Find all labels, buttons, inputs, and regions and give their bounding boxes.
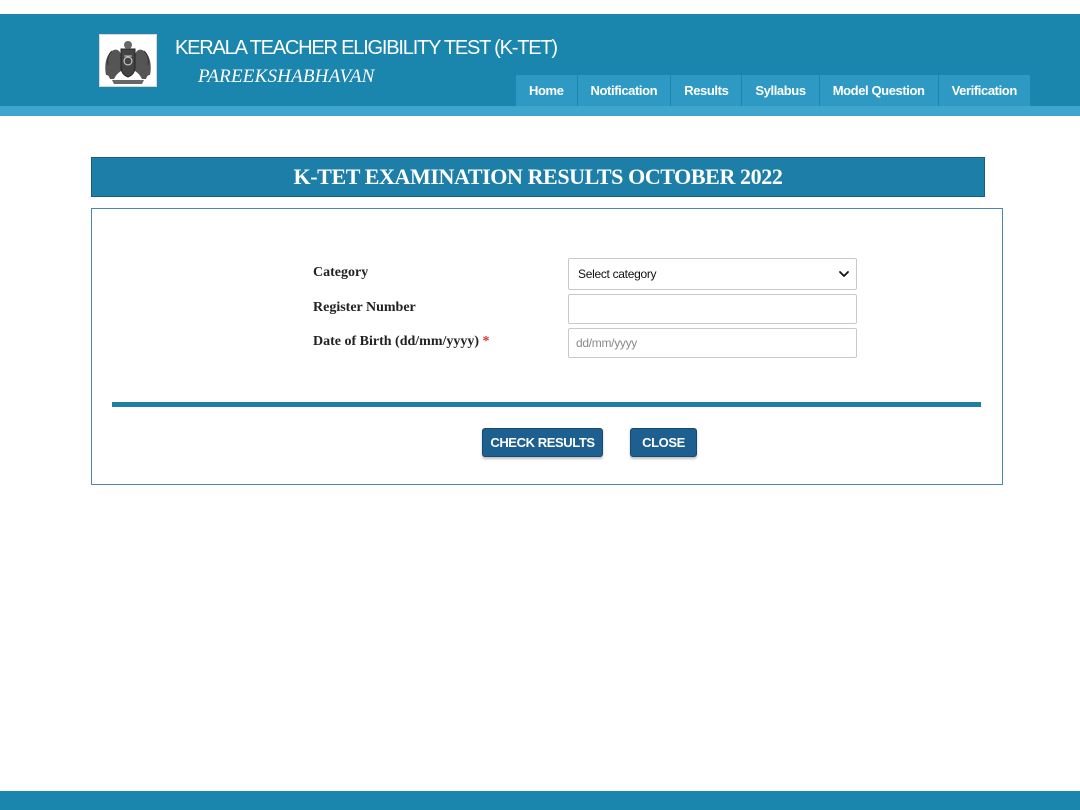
dob-label: Date of Birth (dd/mm/yyyy) *: [313, 334, 490, 350]
kerala-state-emblem-icon: [99, 34, 157, 87]
main-nav: Home Notification Results Syllabus Model…: [516, 75, 1030, 106]
page-title: K-TET EXAMINATION RESULTS OCTOBER 2022: [91, 157, 985, 197]
form-divider: [112, 402, 981, 407]
top-bar: [0, 0, 1080, 14]
register-number-label: Register Number: [313, 300, 416, 315]
nav-item-home[interactable]: Home: [516, 75, 578, 106]
nav-item-syllabus[interactable]: Syllabus: [742, 75, 820, 106]
register-number-input[interactable]: [568, 294, 857, 324]
dob-input[interactable]: [568, 328, 857, 358]
nav-item-model-question[interactable]: Model Question: [819, 75, 939, 106]
nav-item-results[interactable]: Results: [671, 75, 743, 106]
header-strip: [0, 106, 1080, 116]
site-subtitle: PAREEKSHABHAVAN: [198, 66, 375, 87]
check-results-button[interactable]: CHECK RESULTS: [482, 428, 603, 457]
dob-label-text: Date of Birth (dd/mm/yyyy): [313, 334, 480, 349]
chevron-down-icon: [839, 271, 849, 277]
category-select[interactable]: Select category: [568, 258, 857, 290]
site-footer: [0, 791, 1080, 810]
nav-item-notification[interactable]: Notification: [577, 75, 672, 106]
required-mark: *: [482, 334, 490, 349]
close-button[interactable]: CLOSE: [630, 428, 697, 457]
nav-item-verification[interactable]: Verification: [938, 75, 1030, 106]
site-title: KERALA TEACHER ELIGIBILITY TEST (K-TET): [175, 37, 558, 59]
category-select-value: Select category: [578, 267, 657, 281]
category-label: Category: [313, 265, 369, 280]
